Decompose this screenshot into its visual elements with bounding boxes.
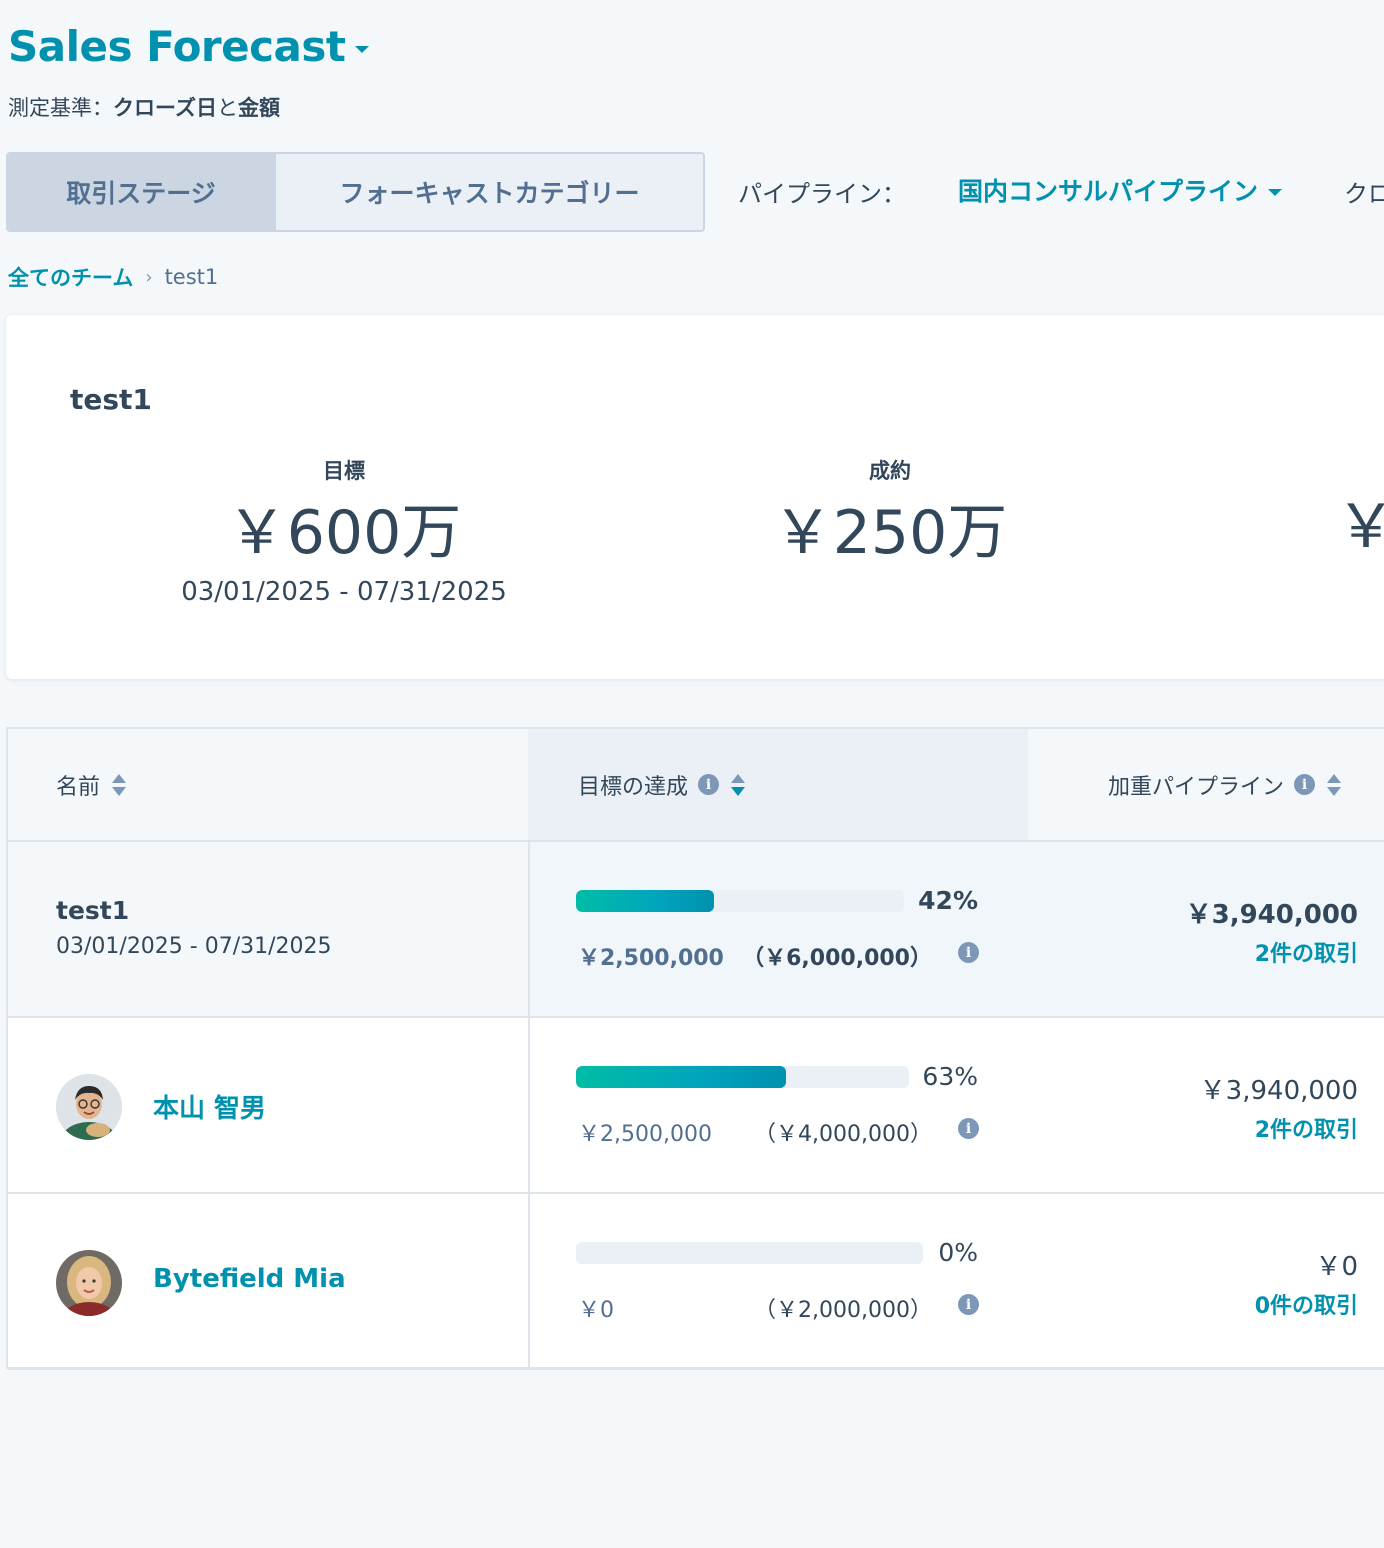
stat-closed-value: ￥250万 [772,498,1008,568]
measure-info: 測定基準：クローズ日と金額 [8,92,280,122]
avatar [56,1074,122,1140]
forecast-table: 名前 目標の達成 i 加重パイプライン i test1 03/01/2025 -… [6,727,1384,1370]
chevron-right-icon: › [145,266,153,288]
column-header-name[interactable]: 名前 [56,729,127,840]
info-icon[interactable]: i [958,1118,979,1139]
deals-link[interactable]: 2件の取引 [1255,936,1358,968]
table-row: Bytefield Mia 0% ￥0 （￥2,000,000） i ￥0 0件… [8,1194,1384,1370]
stat-partial-value: ￥ [1336,492,1384,562]
goal-amount: （￥4,000,000） [754,1122,932,1147]
progress-bar [576,1242,923,1264]
progress-fill [576,1066,786,1088]
table-row: 本山 智男 63% ￥2,500,000 （￥4,000,000） i ￥3,9… [8,1018,1384,1194]
closed-amount: ￥0 [578,1298,614,1323]
name-cell: test1 03/01/2025 - 07/31/2025 [8,842,530,1016]
measure-close-date: クローズ日 [113,96,217,120]
stat-goal-label: 目標 [323,459,365,483]
stat-goal: 目標 ￥600万 03/01/2025 - 07/31/2025 [164,455,524,607]
breadcrumb-current: test1 [164,265,219,289]
summary-card: test1 目標 ￥600万 03/01/2025 - 07/31/2025 成… [6,315,1384,679]
column-header-weighted-pipeline[interactable]: 加重パイプライン i [1108,729,1342,840]
tab-forecast-category[interactable]: フォーキャストカテゴリー [274,154,703,230]
sort-icon[interactable] [112,773,127,796]
measure-prefix: 測定基準： [8,96,113,120]
progress-percent: 0% [938,1238,978,1267]
chevron-down-icon[interactable] [355,46,370,53]
closed-amount: ￥2,500,000 [578,946,724,971]
close-date-label-partial: クロ [1344,180,1384,208]
breadcrumb: 全てのチーム › test1 [8,262,218,292]
progress-fill [576,890,714,912]
table-header: 名前 目標の達成 i 加重パイプライン i [8,729,1384,842]
progress-percent: 63% [922,1062,978,1091]
team-name: test1 [56,896,130,925]
stat-goal-period: 03/01/2025 - 07/31/2025 [181,577,507,607]
pipeline-label: パイプライン： [738,180,906,208]
column-header-goal-attainment[interactable]: 目標の達成 i [528,729,1028,840]
title-dropdown[interactable]: Sales Forecast [8,22,370,71]
stat-closed: 成約 ￥250万 [710,455,1070,563]
view-toggle: 取引ステージ フォーキャストカテゴリー [6,152,705,232]
user-name-link[interactable]: Bytefield Mia [153,1264,346,1294]
goal-amount: （￥6,000,000） [742,946,932,971]
chevron-down-icon[interactable] [1268,188,1283,196]
info-icon[interactable]: i [698,774,720,795]
weighted-value: ￥0 [1315,1252,1358,1282]
progress-bar [576,1066,909,1088]
summary-team-name: test1 [70,383,152,416]
info-icon[interactable]: i [958,1294,979,1315]
stat-goal-value: ￥600万 [226,498,462,568]
measure-amount: 金額 [237,96,280,120]
team-period: 03/01/2025 - 07/31/2025 [56,934,332,959]
page-title[interactable]: Sales Forecast [8,22,346,71]
measure-and: と [216,96,238,120]
breadcrumb-all-teams[interactable]: 全てのチーム [8,262,133,292]
deals-link[interactable]: 2件の取引 [1255,1112,1358,1144]
name-cell: Bytefield Mia [8,1194,530,1368]
progress-percent: 42% [918,886,978,915]
tab-deal-stage[interactable]: 取引ステージ [8,154,274,230]
name-cell: 本山 智男 [8,1018,530,1192]
info-icon[interactable]: i [1294,774,1316,795]
pipeline-value[interactable]: 国内コンサルパイプライン [958,172,1258,208]
user-name-link[interactable]: 本山 智男 [153,1088,266,1125]
weighted-value: ￥3,940,000 [1185,900,1358,930]
deals-link[interactable]: 0件の取引 [1255,1288,1358,1320]
pipeline-dropdown[interactable]: 国内コンサルパイプライン [958,172,1283,208]
column-weighted-label[interactable]: 加重パイプライン [1108,769,1284,801]
progress-bar [576,890,904,912]
column-goal-label[interactable]: 目標の達成 [578,769,688,801]
closed-amount: ￥2,500,000 [578,1122,712,1147]
info-icon[interactable]: i [958,942,979,963]
avatar [56,1250,122,1316]
table-row: test1 03/01/2025 - 07/31/2025 42% ￥2,500… [8,842,1384,1018]
weighted-value: ￥3,940,000 [1199,1076,1358,1106]
column-name-label[interactable]: 名前 [56,769,100,801]
sort-icon[interactable] [731,773,746,796]
stat-closed-label: 成約 [869,459,911,483]
goal-amount: （￥2,000,000） [754,1298,932,1323]
sort-icon[interactable] [1327,773,1342,796]
